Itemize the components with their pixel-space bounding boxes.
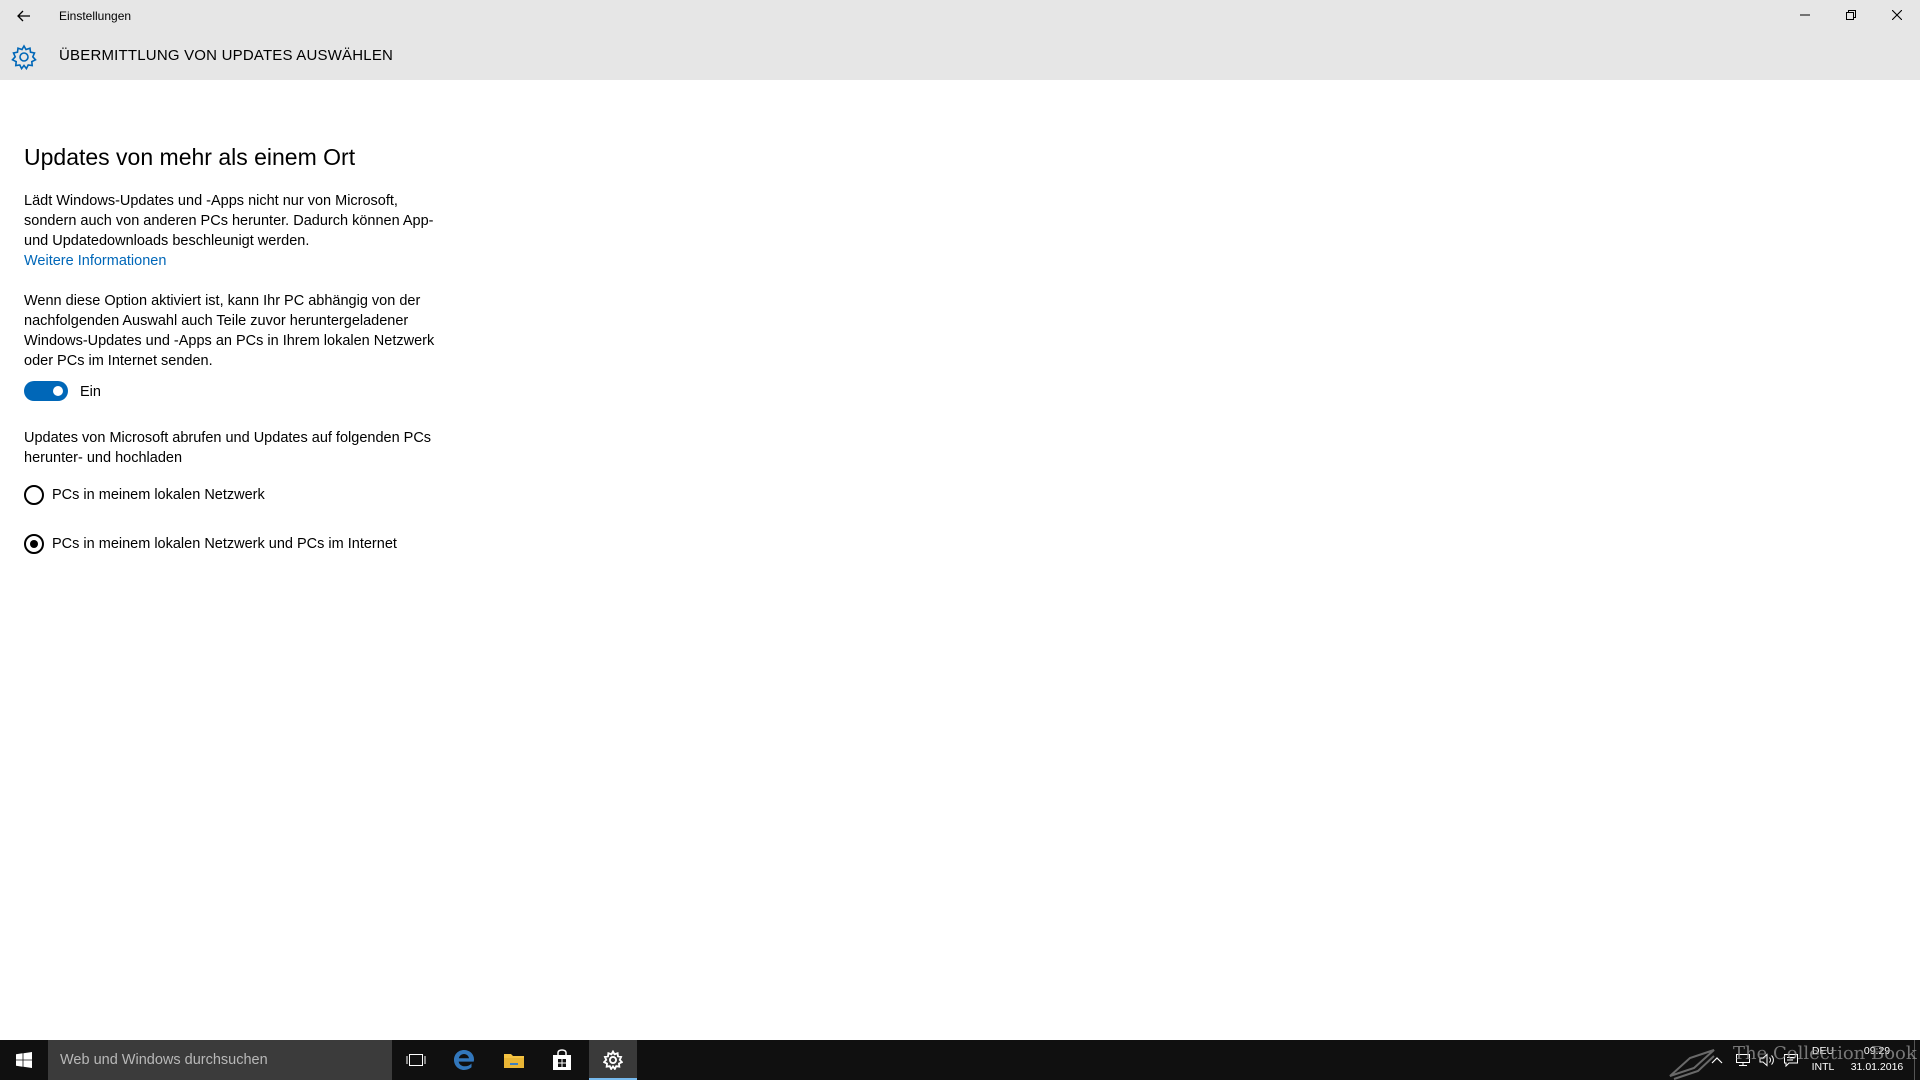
back-arrow-icon [17,10,30,22]
toggle-knob [53,386,63,396]
radio-local-and-internet[interactable]: PCs in meinem lokalen Netzwerk und PCs i… [24,533,397,555]
toggle-label: Ein [80,384,101,400]
settings-taskbar-button[interactable] [589,1040,637,1080]
minimize-icon [1800,14,1810,16]
radio-label: PCs in meinem lokalen Netzwerk [52,487,265,503]
store-bag-icon [553,1049,571,1070]
radio-circle-selected[interactable] [24,534,44,554]
close-button[interactable] [1874,0,1920,30]
minimize-button[interactable] [1782,0,1828,30]
section-title: Updates von mehr als einem Ort [24,144,356,170]
show-hidden-icons-button[interactable] [1707,1050,1727,1070]
folder-icon [504,1054,524,1068]
close-icon [1892,10,1902,20]
task-view-button[interactable] [392,1040,440,1080]
restore-icon [1846,10,1856,20]
watermark-text: The Collection Book [1733,1043,1917,1064]
option-description-text: Wenn diese Option aktiviert ist, kann Ih… [24,293,435,369]
more-info-link[interactable]: Weitere Informationen [24,251,166,271]
edge-browser-icon [454,1050,474,1070]
page-title: ÜBERMITTLUNG VON UPDATES AUSWÄHLEN [59,47,394,64]
search-placeholder: Web und Windows durchsuchen [60,1052,268,1068]
delivery-optimization-toggle[interactable] [24,381,68,401]
back-button[interactable] [8,2,40,30]
radio-circle[interactable] [24,485,44,505]
gear-icon [603,1050,623,1070]
taskbar-search-box[interactable]: Web und Windows durchsuchen [48,1040,392,1080]
restore-button[interactable] [1828,0,1874,30]
app-title: Einstellungen [59,9,132,23]
title-bar: Einstellungen ÜBERMITTLUNG VON UPDATES A… [0,0,1920,80]
edge-button[interactable] [440,1040,488,1080]
start-button[interactable] [0,1040,48,1080]
store-button[interactable] [538,1040,586,1080]
windows-logo-icon [16,1052,32,1068]
description-text: Lädt Windows-Updates und -Apps nicht nur… [24,193,434,249]
radio-label: PCs in meinem lokalen Netzwerk und PCs i… [52,536,397,552]
radio-local-network[interactable]: PCs in meinem lokalen Netzwerk [24,484,265,506]
taskbar: Web und Windows durchsuchen DEU INTL 09:… [0,1040,1920,1080]
gear-icon [11,44,37,70]
file-explorer-button[interactable] [490,1040,538,1080]
task-view-icon [406,1054,426,1066]
radio-group-label: Updates von Microsoft abrufen und Update… [24,430,432,466]
chevron-up-icon [1711,1057,1723,1064]
